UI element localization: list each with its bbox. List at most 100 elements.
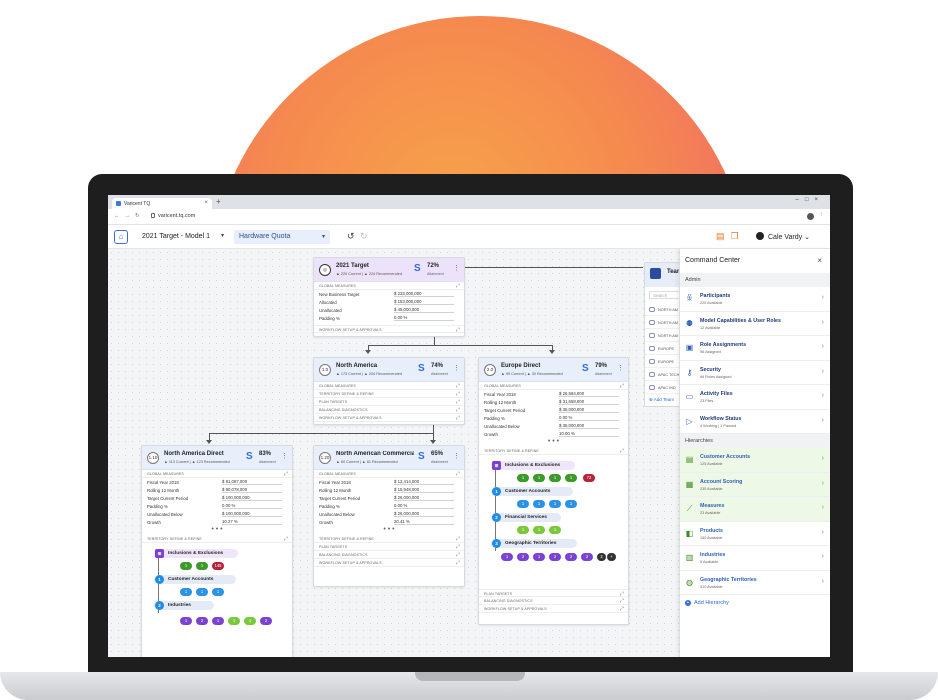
- expand-icon[interactable]: ⤢: [456, 415, 460, 421]
- section-global-measures[interactable]: GLOBAL MEASURES ⤢: [314, 282, 464, 290]
- section-workflow[interactable]: WORKFLOW SETUP & APPROVALS ⤢: [314, 325, 464, 333]
- section-workflow[interactable]: WORKFLOW SETUP & APPROVALS ⤢: [314, 414, 464, 422]
- cc-item-products[interactable]: ◧ Products 150 Available ›: [680, 522, 830, 546]
- section-plan-targets[interactable]: PLAN TARGETS ⤢: [479, 589, 628, 597]
- section-balancing[interactable]: BALANCING DIAGNOSTICS ⤢: [314, 406, 464, 414]
- count-pill[interactable]: 1: [517, 474, 529, 482]
- count-pill[interactable]: 2: [260, 617, 272, 625]
- quota-select[interactable]: Hardware Quota ▾: [234, 230, 330, 244]
- pagination-dots[interactable]: • • •: [314, 526, 464, 535]
- section-global-measures[interactable]: GLOBAL MEASURES ⤢: [142, 470, 292, 478]
- section-workflow[interactable]: WORKFLOW SETUP & APPROVALS ⤢: [314, 559, 464, 567]
- more-icon[interactable]: ⋮: [453, 264, 460, 272]
- expand-icon[interactable]: ⤢: [620, 598, 624, 604]
- count-pill[interactable]: 1: [549, 526, 561, 534]
- node-card-2021-target[interactable]: ◎ 2021 Target ▲ 220 Current | ▲ 224 Reco…: [313, 257, 465, 337]
- files-icon[interactable]: ❐: [731, 231, 745, 241]
- count-pill[interactable]: 1: [533, 553, 545, 561]
- user-menu[interactable]: Cale Vardy ⌄: [756, 232, 810, 241]
- cc-item-capabilities[interactable]: ⚉ Model Capabilities & User Roles 12 Avail…: [680, 312, 830, 336]
- section-global-measures[interactable]: GLOBAL MEASURES ⤢: [314, 470, 464, 478]
- count-pill[interactable]: 2: [517, 553, 529, 561]
- metric-value[interactable]: $ 31,658,000: [559, 399, 619, 405]
- expand-icon[interactable]: ⤢: [456, 407, 460, 413]
- section-territory[interactable]: TERRITORY DEFINE & REFINE ⤢: [479, 447, 628, 455]
- count-pill[interactable]: 1: [549, 474, 561, 482]
- count-pill[interactable]: 1: [517, 500, 529, 508]
- home-button[interactable]: ⌂: [114, 230, 128, 244]
- expand-icon[interactable]: ⤢: [456, 327, 460, 333]
- count-pill[interactable]: 1: [533, 526, 545, 534]
- metric-value[interactable]: 10.27 %: [222, 519, 282, 525]
- metric-value[interactable]: 0.00 %: [559, 415, 619, 421]
- cc-item-participants[interactable]: ꆜ Participants 225 Available ›: [680, 287, 830, 312]
- count-pill[interactable]: 1: [565, 500, 577, 508]
- count-pill[interactable]: 72: [583, 474, 595, 482]
- section-balancing[interactable]: BALANCING DIAGNOSTICS ⤢: [314, 551, 464, 559]
- browser-nav-icons[interactable]: ←→↻: [114, 213, 145, 219]
- pagination-dots[interactable]: • • •: [142, 526, 292, 535]
- count-pill[interactable]: 145: [212, 562, 224, 570]
- section-plan-targets[interactable]: PLAN TARGETS ⤢: [314, 398, 464, 406]
- expand-icon[interactable]: ⤢: [456, 383, 460, 389]
- metric-value[interactable]: 0.00 %: [394, 503, 454, 509]
- count-pill[interactable]: 1: [212, 617, 224, 625]
- count-pill[interactable]: 1: [549, 500, 561, 508]
- section-plan-targets[interactable]: PLAN TARGETS ⤢: [314, 543, 464, 551]
- expand-icon[interactable]: ⤢: [456, 560, 460, 566]
- count-pill[interactable]: 2: [549, 553, 561, 561]
- count-pill[interactable]: 1: [501, 553, 513, 561]
- count-pill[interactable]: 1: [565, 474, 577, 482]
- tree-node-customer-accounts[interactable]: 1 Customer Accounts: [491, 487, 573, 496]
- count-pill[interactable]: 1: [244, 617, 256, 625]
- metric-value[interactable]: $ 100,000,000: [222, 495, 282, 501]
- count-pill[interactable]: 1: [533, 500, 545, 508]
- expand-icon[interactable]: ⤢: [456, 283, 460, 289]
- expand-icon[interactable]: ⤢: [456, 552, 460, 558]
- metric-value[interactable]: 0.00 %: [222, 503, 282, 509]
- metric-value[interactable]: $ 81,087,000: [222, 479, 282, 485]
- chevron-down-icon[interactable]: ▾: [221, 232, 224, 239]
- add-hierarchy-button[interactable]: + Add Hierarchy: [680, 595, 830, 611]
- count-pill[interactable]: 1: [196, 588, 208, 596]
- metric-value[interactable]: 10.00 %: [559, 431, 619, 437]
- notes-icon[interactable]: ▤: [716, 231, 731, 241]
- redo-icon[interactable]: ↻: [360, 231, 368, 242]
- node-card-north-america[interactable]: 1.0 North America ▲ 173 Current | ▲ 204 …: [313, 357, 465, 425]
- metric-value[interactable]: $ 26,000,000: [394, 495, 454, 501]
- tree-node-inclusions[interactable]: ⊞ Inclusions & Exclusions: [491, 461, 575, 470]
- model-select[interactable]: 2021 Target - Model 1: [142, 233, 210, 240]
- metric-value[interactable]: 20.41 %: [394, 519, 454, 525]
- cc-item-security[interactable]: ⚷ Security 96 Roles Assigned ›: [680, 361, 830, 385]
- cc-item-measures[interactable]: ⟋ Measures 23 Available ›: [680, 497, 830, 522]
- count-pill[interactable]: 1: [517, 526, 529, 534]
- count-pill[interactable]: 1: [228, 617, 240, 625]
- metric-value[interactable]: $ 12,414,000: [394, 479, 454, 485]
- count-pill[interactable]: 2: [565, 553, 577, 561]
- expand-icon[interactable]: ⤢: [620, 606, 624, 612]
- undo-icon[interactable]: ↺: [347, 231, 355, 242]
- node-card-europe-direct[interactable]: 2.0 Europe Direct ▲ 99 Current | ▲ 30 Re…: [478, 357, 629, 625]
- section-balancing[interactable]: BALANCING DIAGNOSTICS ⤢: [479, 597, 628, 605]
- tree-node-inclusions[interactable]: ⊞ Inclusions & Exclusions: [154, 549, 238, 558]
- metric-value[interactable]: $ 15,948,000: [394, 487, 454, 493]
- metric-value[interactable]: $ 26,584,000: [559, 391, 619, 397]
- expand-icon[interactable]: ⤢: [284, 471, 288, 477]
- metric-value[interactable]: 0.00 %: [394, 315, 454, 321]
- cc-item-role-assignments[interactable]: ▣ Role Assignments 96 Assigned ›: [680, 336, 830, 361]
- metric-value[interactable]: $ 100,000,000: [222, 511, 282, 517]
- pagination-dots[interactable]: • • •: [479, 438, 628, 447]
- close-tab-icon[interactable]: ×: [204, 200, 208, 206]
- count-pill[interactable]: 1: [180, 588, 192, 596]
- cc-item-workflow-status[interactable]: ▷ Workflow Status 4 Working | 1 Paused ›: [680, 410, 830, 434]
- node-card-north-america-direct[interactable]: 1.10 North America Direct ▲ 113 Current …: [141, 445, 293, 657]
- new-tab-icon[interactable]: +: [216, 197, 221, 206]
- section-territory[interactable]: TERRITORY DEFINE & REFINE ⤢: [314, 535, 464, 543]
- hierarchy-canvas[interactable]: Team Search NORTH AM NORTH AM NORTH AM E…: [108, 249, 704, 657]
- section-global-measures[interactable]: GLOBAL MEASURES ⤢: [314, 382, 464, 390]
- metric-value[interactable]: $ 45,000,000: [394, 307, 454, 313]
- metric-value[interactable]: $ 233,000,000: [394, 291, 454, 297]
- count-pill[interactable]: 1: [212, 588, 224, 596]
- node-card-north-american-commercial[interactable]: 1.20 North American Commercial ▲ 60 Curr…: [313, 445, 465, 587]
- metric-value[interactable]: $ 26,000,000: [394, 511, 454, 517]
